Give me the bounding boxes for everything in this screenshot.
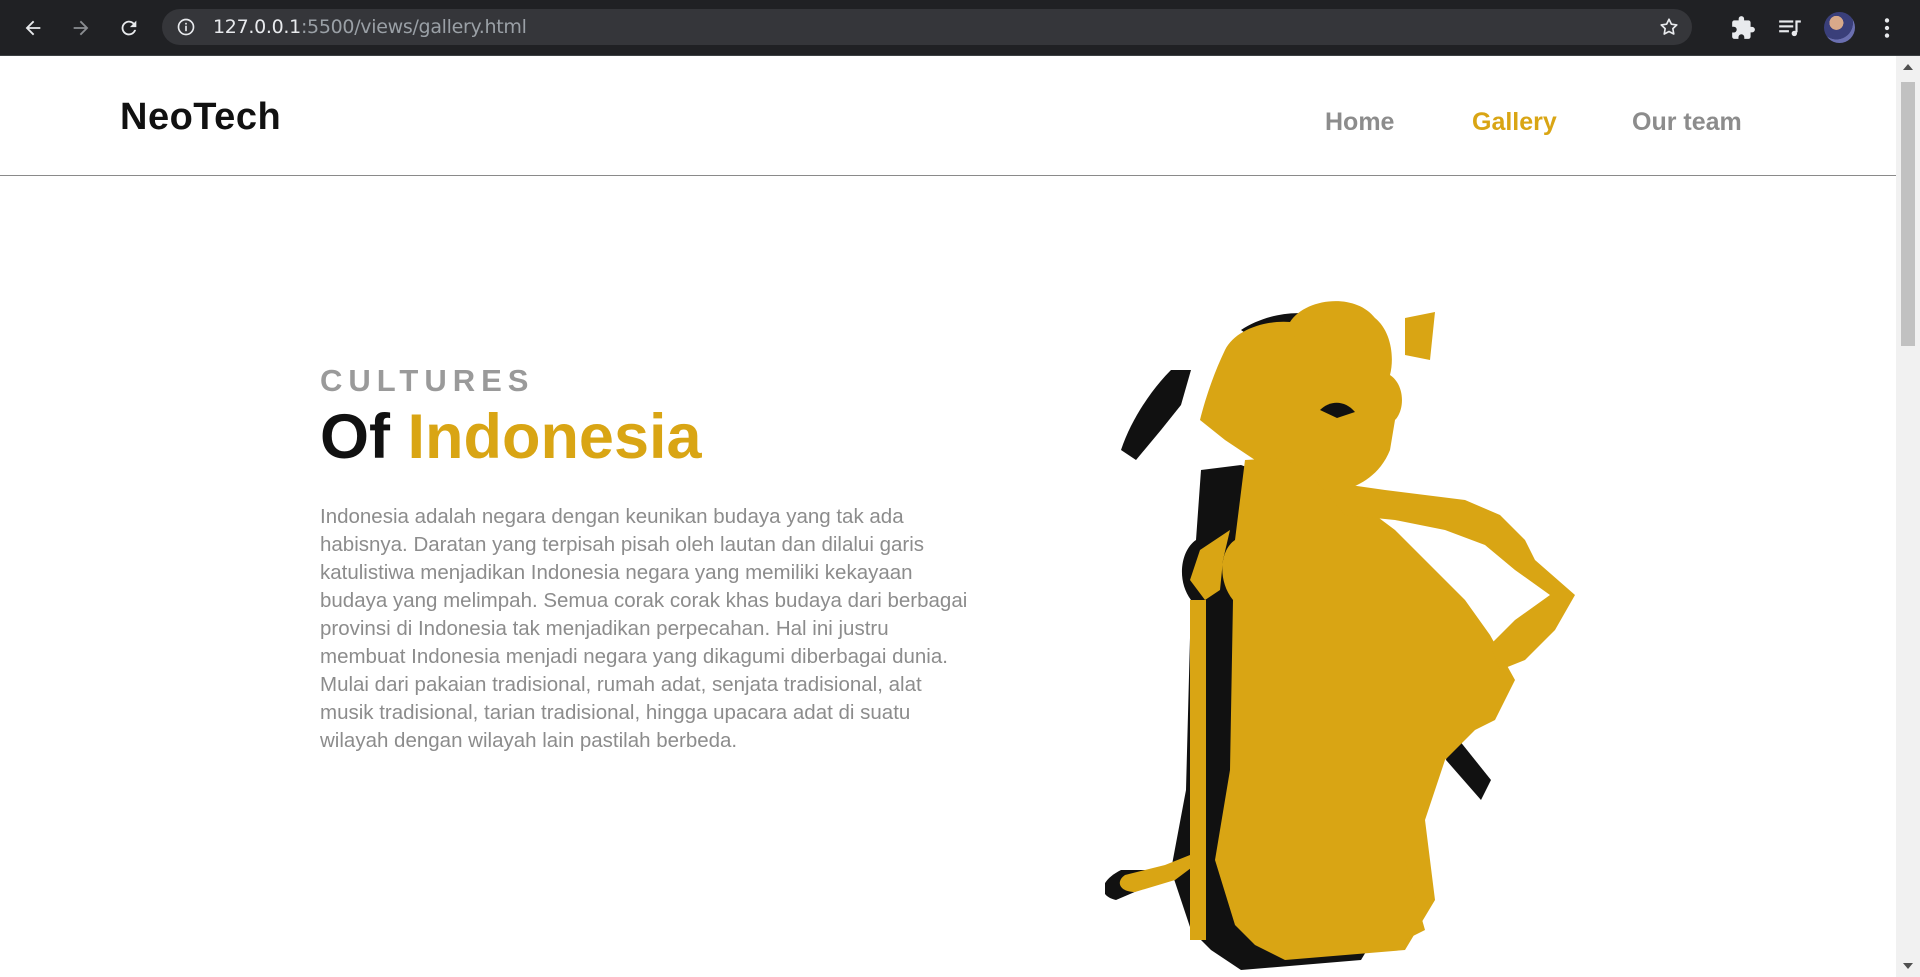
extensions-puzzle-icon[interactable] — [1730, 15, 1756, 41]
url-path: :5500/views/gallery.html — [300, 16, 527, 38]
page-scrollbar[interactable] — [1896, 56, 1920, 977]
scroll-up-arrow-icon[interactable] — [1903, 64, 1913, 70]
profile-avatar[interactable] — [1824, 12, 1855, 43]
nav-link-home[interactable]: Home — [1325, 108, 1394, 137]
star-icon[interactable] — [1658, 16, 1680, 38]
info-icon[interactable] — [176, 17, 196, 37]
nav-link-gallery[interactable]: Gallery — [1472, 108, 1557, 137]
url-host: 127.0.0.1 — [213, 16, 301, 38]
browser-toolbar: 127.0.0.1:5500/views/gallery.html — [0, 0, 1920, 56]
forward-button[interactable] — [64, 11, 98, 45]
more-vert-icon[interactable] — [1874, 15, 1900, 41]
media-queue-icon[interactable] — [1777, 15, 1803, 41]
nav-link-our-team[interactable]: Our team — [1632, 108, 1742, 137]
address-bar[interactable]: 127.0.0.1:5500/views/gallery.html — [162, 9, 1692, 45]
site-header: NeoTech Home Gallery Our team — [0, 56, 1896, 176]
back-button[interactable] — [16, 11, 50, 45]
reload-icon — [121, 20, 137, 36]
hero-subtitle: CULTURES — [320, 363, 535, 398]
back-arrow-icon — [25, 20, 41, 36]
forward-arrow-icon — [73, 20, 89, 36]
wayang-figure — [1119, 301, 1575, 960]
hero-title-accent: Indonesia — [407, 402, 702, 472]
web-page: NeoTech Home Gallery Our team CULTURES O… — [0, 56, 1896, 977]
wayang-illustration — [1105, 301, 1575, 970]
url-text[interactable]: 127.0.0.1:5500/views/gallery.html — [213, 17, 527, 37]
scrollbar-thumb[interactable] — [1901, 82, 1915, 346]
reload-button[interactable] — [112, 11, 146, 45]
main-nav: Home Gallery Our team — [0, 108, 1896, 148]
hero-description: Indonesia adalah negara dengan keunikan … — [320, 505, 968, 752]
scroll-down-arrow-icon[interactable] — [1903, 963, 1913, 969]
hero-title-prefix: Of — [320, 402, 390, 472]
hero-title: Of Indonesia — [320, 400, 702, 476]
